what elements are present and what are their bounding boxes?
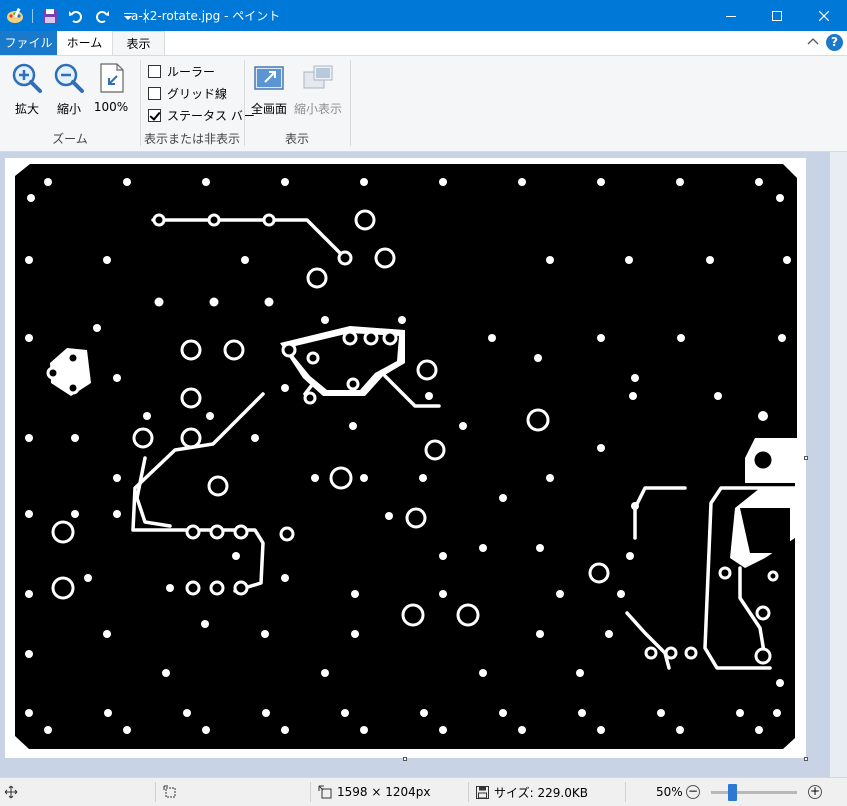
fullscreen-label: 全画面 — [250, 102, 287, 116]
resize-handle-right[interactable] — [804, 456, 808, 460]
zoom-group: 拡大 縮小 100% ズーム — [0, 56, 140, 151]
display-group: 全画面 縮小表示 表示 — [244, 56, 350, 151]
close-icon — [819, 10, 829, 21]
display-group-label: 表示 — [284, 132, 309, 146]
fullscreen-icon — [254, 66, 284, 90]
ruler-label: ルーラー — [167, 64, 216, 79]
tab-view[interactable]: 表示 — [112, 31, 165, 56]
zoom-out-button[interactable]: 縮小 — [47, 62, 91, 116]
undo-icon[interactable] — [67, 7, 85, 25]
statusbar-checkbox[interactable]: ステータス バー — [148, 106, 255, 124]
zoom-in-label: 拡大 — [14, 102, 39, 116]
status-divider — [468, 782, 469, 802]
zoom-percent: 50% — [656, 785, 683, 799]
image-size-icon — [318, 785, 332, 799]
show-hide-group: ルーラー グリッド線 ステータス バー 表示または非表示 — [140, 56, 255, 151]
disk-icon — [476, 785, 489, 799]
maximize-icon — [772, 10, 782, 21]
gridlines-label: グリッド線 — [167, 86, 228, 101]
tab-file[interactable]: ファイル — [0, 31, 57, 55]
selection-icon — [163, 785, 176, 798]
file-size-text: サイズ: 229.0KB — [494, 785, 588, 800]
help-button[interactable]: ? — [826, 34, 843, 51]
move-cursor-icon — [4, 785, 18, 799]
zoom-out-status-button[interactable]: − — [686, 785, 700, 799]
title-bar: a-x2-rotate.jpg - ペイント — [0, 0, 847, 31]
zoom-in-status-button[interactable]: + — [808, 785, 822, 799]
quick-access-toolbar — [6, 6, 146, 26]
cursor-position — [4, 778, 18, 806]
file-size: サイズ: 229.0KB — [476, 778, 588, 806]
thumbnail-label: 縮小表示 — [293, 102, 342, 116]
statusbar-checkbox-box[interactable] — [148, 108, 161, 122]
gridlines-checkbox-box[interactable] — [148, 86, 161, 100]
zoom-100-button[interactable]: 100% — [89, 62, 133, 114]
status-divider — [625, 782, 626, 802]
redo-icon[interactable] — [93, 7, 111, 25]
status-divider — [310, 782, 311, 802]
zoom-in-button[interactable]: 拡大 — [5, 62, 49, 116]
ruler-checkbox-box[interactable] — [148, 64, 161, 78]
gridlines-checkbox[interactable]: グリッド線 — [148, 84, 227, 102]
image-canvas[interactable] — [5, 158, 806, 758]
thumbnail-icon — [303, 65, 333, 89]
ruler-checkbox[interactable]: ルーラー — [148, 62, 215, 80]
image-dimensions: 1598 × 1204px — [318, 778, 430, 806]
resize-handle-corner[interactable] — [804, 757, 808, 761]
actual-size-icon — [100, 63, 124, 93]
paint-app-icon[interactable] — [6, 7, 24, 25]
zoom-slider-thumb[interactable] — [728, 784, 737, 801]
minimize-button[interactable] — [708, 0, 754, 31]
thumbnail-button[interactable]: 縮小表示 — [293, 62, 343, 116]
window-title: a-x2-rotate.jpg - ペイント — [131, 9, 281, 23]
collapse-ribbon-icon[interactable] — [806, 35, 820, 49]
zoom-slider-track[interactable] — [711, 791, 797, 794]
vertical-scrollbar[interactable] — [830, 152, 847, 777]
ribbon-tabs: ファイル ホーム 表示 ? — [0, 31, 847, 56]
zoom-group-label: ズーム — [52, 132, 88, 146]
close-button[interactable] — [801, 0, 847, 31]
toolbar-divider — [32, 9, 33, 23]
statusbar-label: ステータス バー — [167, 108, 255, 123]
minimize-icon — [726, 15, 736, 17]
maximize-button[interactable] — [754, 0, 800, 31]
show-hide-group-label: 表示または非表示 — [143, 132, 240, 146]
zoom-100-label: 100% — [93, 100, 129, 114]
zoom-out-icon — [54, 63, 84, 93]
ribbon: 拡大 縮小 100% ズーム ルーラー グリッド線 ステータス バー 表示または… — [0, 55, 847, 152]
pcb-image — [15, 164, 797, 749]
status-bar: 1598 × 1204px サイズ: 229.0KB 50% − + — [0, 777, 847, 806]
group-divider — [350, 60, 351, 146]
zoom-in-icon — [12, 63, 42, 93]
save-icon[interactable] — [41, 7, 59, 25]
status-divider — [155, 782, 156, 802]
zoom-out-label: 縮小 — [56, 102, 81, 116]
resize-handle-bottom[interactable] — [403, 757, 407, 761]
canvas-workspace — [0, 152, 847, 777]
selection-size — [163, 778, 177, 806]
fullscreen-button[interactable]: 全画面 — [247, 62, 291, 116]
tab-home[interactable]: ホーム — [57, 31, 112, 55]
dimensions-text: 1598 × 1204px — [337, 785, 431, 799]
